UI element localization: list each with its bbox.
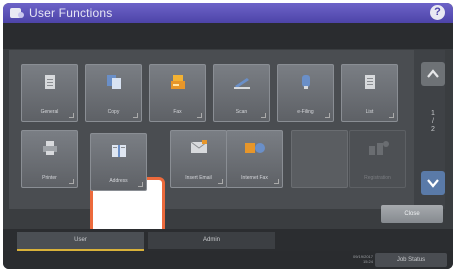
chevron-up-icon [427,69,439,78]
tile-internet-fax[interactable]: Internet Fax [226,130,283,188]
user-functions-icon [10,8,24,18]
address-book-icon [111,145,126,157]
page-indicator: 1/2 [431,110,435,133]
page-current: 1 [431,110,435,117]
tile-empty [291,130,348,188]
tile-insert-email[interactable]: Insert Email [170,130,227,188]
tile-scan[interactable]: Scan [213,64,270,122]
tab-admin[interactable]: Admin [148,232,275,249]
corner-mark [138,182,143,187]
status-footer: 09/19/2017 15:24 Job Status [3,251,453,269]
corner-mark [133,113,138,118]
tile-label: Registration [364,175,391,181]
time-text: 15:24 [362,259,373,264]
title-bar: User Functions ? [3,3,453,23]
list-icon [364,75,375,89]
scroll-up-button[interactable] [421,62,445,86]
corner-mark [69,179,74,184]
close-button[interactable]: Close [381,205,443,223]
tile-fax[interactable]: Fax [149,64,206,122]
help-button[interactable]: ? [430,5,445,20]
tile-general[interactable]: General [21,64,78,122]
corner-mark [261,113,266,118]
printer-icon [42,141,57,155]
job-status-button[interactable]: Job Status [375,253,447,267]
insert-email-icon [190,140,207,153]
function-panel: General Copy Fax Scan e-Filing List Prin… [9,50,445,249]
corner-mark [389,113,394,118]
corner-mark [325,113,330,118]
mode-tabs: User Admin [3,229,453,251]
e-filing-icon [301,75,310,89]
corner-mark [218,179,223,184]
corner-mark [274,179,279,184]
tile-list[interactable]: List [341,64,398,122]
tile-printer[interactable]: Printer [21,130,78,188]
document-icon [44,75,55,89]
function-grid: General Copy Fax Scan e-Filing List Prin… [9,50,414,249]
window-title: User Functions [29,6,113,20]
fax-icon [170,75,185,89]
message-bar [3,23,453,49]
corner-mark [197,113,202,118]
chevron-down-icon [427,179,439,188]
tile-address[interactable]: Address [90,133,147,191]
date-time-display: 09/19/2017 15:24 [333,254,373,264]
copy-icon [106,75,121,89]
internet-fax-icon [244,143,265,153]
scroll-down-button[interactable] [421,171,445,195]
tile-registration: Registration [349,130,406,188]
tile-copy[interactable]: Copy [85,64,142,122]
tile-e-filing[interactable]: e-Filing [277,64,334,122]
page-total: 2 [431,126,435,133]
device-screen: User Functions ? General Copy Fax Scan e… [3,3,453,269]
tab-user[interactable]: User [17,232,144,251]
scroll-column: 1/2 [421,50,445,209]
scanner-icon [233,78,250,89]
corner-mark [69,113,74,118]
registration-icon [368,141,389,155]
